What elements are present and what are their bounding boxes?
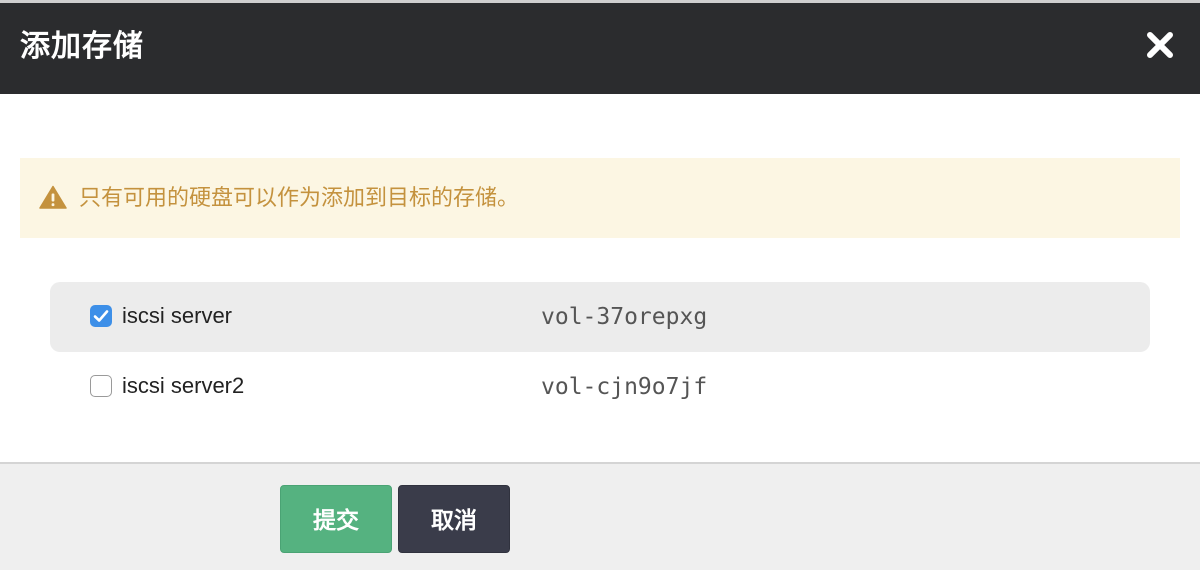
- cancel-button[interactable]: 取消: [398, 485, 510, 553]
- volume-id: vol-cjn9o7jf: [541, 374, 708, 400]
- dialog-footer: 提交 取消: [0, 462, 1200, 570]
- volume-name: iscsi server: [122, 303, 233, 328]
- volume-row[interactable]: iscsi server2 vol-cjn9o7jf: [50, 352, 1150, 422]
- close-icon[interactable]: [1146, 31, 1174, 59]
- warning-icon: [39, 185, 67, 209]
- volume-row[interactable]: iscsi server vol-37orepxg: [50, 282, 1150, 352]
- volume-list: iscsi server vol-37orepxg iscsi server2 …: [50, 282, 1150, 422]
- dialog-title: 添加存储: [20, 30, 144, 63]
- volume-checkbox-checked[interactable]: [90, 305, 112, 327]
- dialog-header: 添加存储: [0, 3, 1200, 94]
- volume-checkbox-unchecked[interactable]: [90, 375, 112, 397]
- alert-message: 只有可用的硬盘可以作为添加到目标的存储。: [79, 185, 520, 210]
- add-storage-dialog: 添加存储 只有可用的硬盘可以作为添加到目标的存储。 iscsi server v…: [0, 0, 1200, 570]
- warning-alert: 只有可用的硬盘可以作为添加到目标的存储。: [20, 158, 1180, 238]
- volume-id: vol-37orepxg: [541, 304, 708, 330]
- submit-button[interactable]: 提交: [280, 485, 392, 553]
- volume-name: iscsi server2: [122, 373, 245, 398]
